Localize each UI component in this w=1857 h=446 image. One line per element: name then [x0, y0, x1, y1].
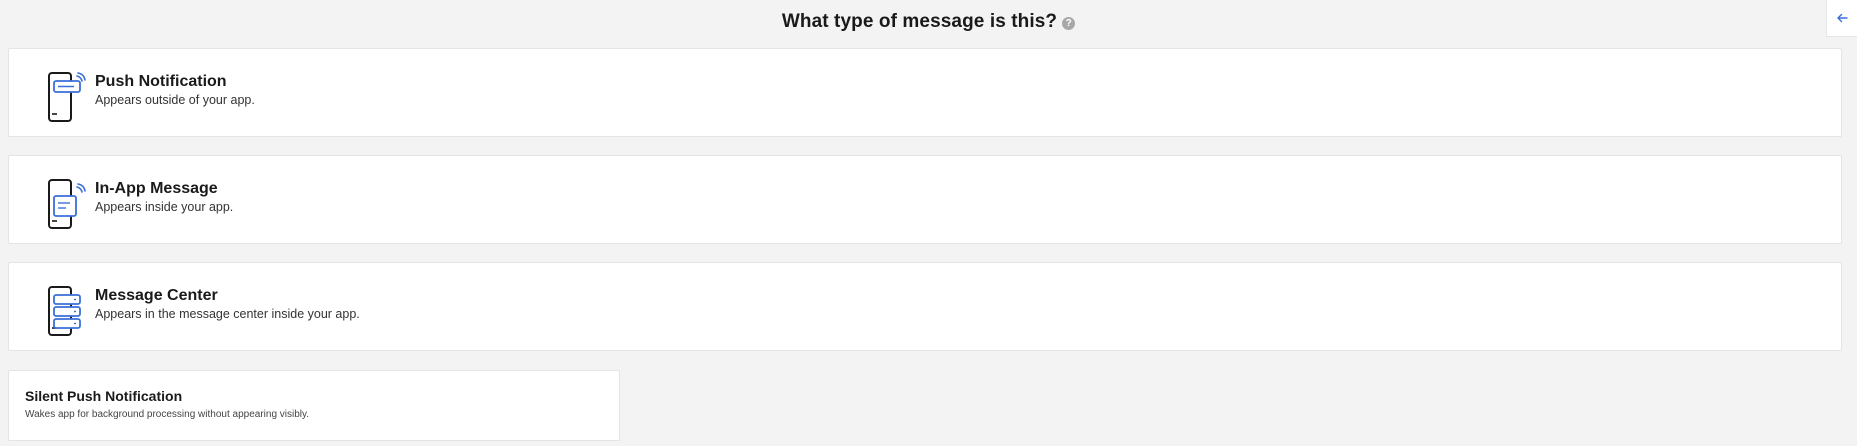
option-description: Appears inside your app.	[95, 200, 234, 214]
page-header: What type of message is this? ?	[0, 0, 1857, 44]
option-description: Wakes app for background processing with…	[25, 409, 310, 420]
option-title: Message Center	[95, 287, 218, 304]
option-title: Silent Push Notification	[25, 388, 183, 404]
back-button[interactable]	[1826, 0, 1857, 37]
arrow-left-icon	[1837, 13, 1848, 23]
option-title: In-App Message	[95, 180, 218, 197]
option-description: Appears outside of your app.	[95, 93, 255, 107]
option-card-in-app-message[interactable]: In-App Message Appears inside your app.	[8, 155, 1842, 244]
page-title: What type of message is this?	[781, 11, 1058, 32]
in-app-message-icon	[48, 179, 86, 229]
option-card-silent-push-notification[interactable]: Silent Push Notification Wakes app for b…	[8, 370, 620, 441]
push-notification-icon	[48, 72, 86, 122]
option-card-message-center[interactable]: Message Center Appears in the message ce…	[8, 262, 1842, 351]
message-center-icon	[48, 286, 81, 336]
help-icon[interactable]: ?	[1062, 17, 1076, 30]
option-description: Appears in the message center inside you…	[95, 307, 360, 321]
option-card-push-notification[interactable]: Push Notification Appears outside of you…	[8, 48, 1842, 137]
option-title: Push Notification	[95, 73, 227, 90]
